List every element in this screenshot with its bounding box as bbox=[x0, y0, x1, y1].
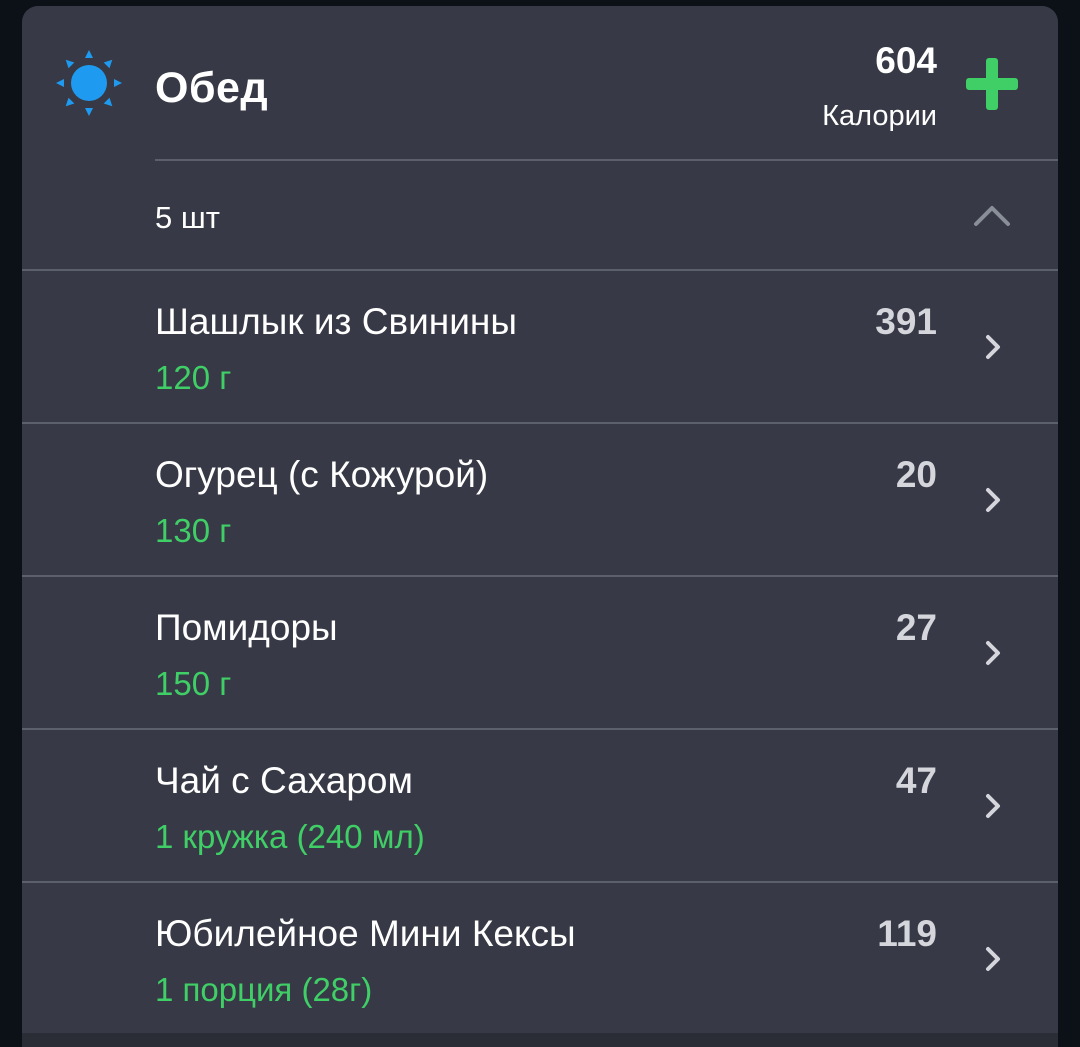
chevron-right-icon bbox=[986, 947, 1000, 971]
calories-total: 604 bbox=[875, 40, 937, 81]
food-name: Чай с Сахаром bbox=[155, 760, 413, 801]
food-portion: 1 кружка (240 мл) bbox=[155, 818, 425, 855]
food-calories: 119 bbox=[877, 913, 937, 954]
bottom-strip bbox=[22, 1033, 1058, 1047]
food-portion: 150 г bbox=[155, 665, 232, 702]
food-calories: 20 bbox=[895, 454, 937, 495]
chevron-right-icon bbox=[986, 641, 1000, 665]
chevron-right-icon bbox=[986, 794, 1000, 818]
meal-header: Обед 604 Калории bbox=[22, 6, 1058, 160]
food-list: Шашлык из Свинины 120 г 391 Огурец (с Ко… bbox=[22, 269, 1058, 1034]
food-calories: 47 bbox=[895, 760, 937, 801]
food-item[interactable]: Юбилейное Мини Кексы 1 порция (28г) 119 bbox=[22, 881, 1058, 1034]
food-portion: 130 г bbox=[155, 512, 232, 549]
items-count-label: 5 шт bbox=[155, 200, 220, 235]
sun-icon bbox=[56, 50, 122, 116]
food-item[interactable]: Шашлык из Свинины 120 г 391 bbox=[22, 269, 1058, 422]
chevron-up-icon[interactable] bbox=[972, 202, 1012, 228]
header-divider bbox=[155, 159, 1058, 161]
food-calories: 391 bbox=[875, 301, 937, 342]
food-portion: 120 г bbox=[155, 359, 232, 396]
food-name: Юбилейное Мини Кексы bbox=[155, 913, 576, 954]
chevron-right-icon bbox=[986, 488, 1000, 512]
food-name: Помидоры bbox=[155, 607, 338, 648]
food-item[interactable]: Чай с Сахаром 1 кружка (240 мл) 47 bbox=[22, 728, 1058, 881]
meal-title: Обед bbox=[155, 64, 269, 112]
food-calories: 27 bbox=[895, 607, 937, 648]
food-portion: 1 порция (28г) bbox=[155, 971, 373, 1008]
calories-label: Калории bbox=[822, 100, 937, 132]
meal-card: Обед 604 Калории 5 шт Шашлык из Свинины … bbox=[22, 6, 1058, 1047]
chevron-right-icon bbox=[986, 335, 1000, 359]
food-name: Огурец (с Кожурой) bbox=[155, 454, 489, 495]
food-item[interactable]: Огурец (с Кожурой) 130 г 20 bbox=[22, 422, 1058, 575]
food-item[interactable]: Помидоры 150 г 27 bbox=[22, 575, 1058, 728]
add-food-button[interactable] bbox=[962, 54, 1022, 114]
food-name: Шашлык из Свинины bbox=[155, 301, 517, 342]
